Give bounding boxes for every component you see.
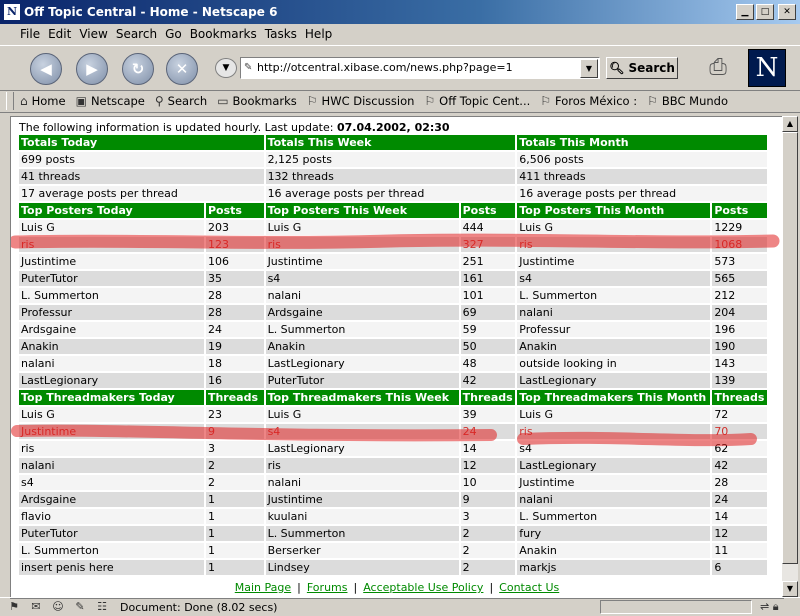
search-button-label: Search: [628, 61, 675, 75]
window-title: Off Topic Central - Home - Netscape 6: [24, 5, 278, 19]
title-bar: N Off Topic Central - Home - Netscape 6 …: [0, 0, 800, 24]
navigation-toolbar: ◀ ▶ ↻ ✕ ▼ ✎ ▼ 🔍︎ Search ⎙ N: [0, 45, 800, 91]
netscape-logo[interactable]: N: [748, 49, 786, 87]
bookmark-foros-mexico[interactable]: ⚐ Foros México :: [540, 94, 637, 108]
bookmark-netscape[interactable]: ▣ Netscape: [76, 94, 145, 108]
menu-bar: File Edit View Search Go Bookmarks Tasks…: [0, 24, 800, 44]
url-input[interactable]: [241, 58, 577, 77]
menu-file[interactable]: File: [16, 27, 44, 41]
composer-icon[interactable]: ✎: [72, 600, 88, 614]
navigator-icon[interactable]: ⚑: [6, 600, 22, 614]
bookmark-icon: ⚐: [306, 94, 318, 108]
bookmark-hwc-discussion[interactable]: ⚐ HWC Discussion: [307, 94, 415, 108]
page-content: The following information is updated hou…: [10, 116, 784, 599]
bookmark-off-topic-central[interactable]: ⚐ Off Topic Cent...: [424, 94, 530, 108]
menu-search[interactable]: Search: [112, 27, 161, 41]
minimize-button[interactable]: ▁: [736, 4, 754, 20]
bookmark-icon: ⚐: [540, 94, 552, 108]
maximize-button[interactable]: □: [756, 4, 774, 20]
menu-go[interactable]: Go: [161, 27, 186, 41]
forward-arrow-icon: ▶: [86, 60, 98, 78]
menu-view[interactable]: View: [75, 27, 111, 41]
magnifier-icon: 🔍︎: [609, 61, 625, 75]
reload-button[interactable]: ↻: [122, 53, 154, 85]
redaction-marks: [11, 233, 780, 447]
back-button[interactable]: ◀: [30, 53, 62, 85]
redaction-stroke-threadmakers-right: [517, 431, 757, 447]
window-controls: ▁ □ ✕: [736, 4, 796, 20]
toolbar-grip[interactable]: [6, 92, 14, 110]
my-netscape-icon: ▣: [75, 94, 87, 108]
redaction-stroke-threadmakers-left: [11, 424, 497, 442]
bookmark-home[interactable]: ⌂ Home: [20, 94, 66, 108]
component-bar: ⚑ ✉ ☺ ✎ ☷: [6, 600, 110, 614]
page-icon: ✎: [244, 62, 253, 73]
bookmark-search[interactable]: ⚲ Search: [155, 94, 207, 108]
chevron-down-icon: ▼: [585, 64, 593, 73]
mail-icon[interactable]: ✉: [28, 600, 44, 614]
menu-tasks[interactable]: Tasks: [261, 27, 301, 41]
bookmark-bbc-mundo[interactable]: ⚐ BBC Mundo: [647, 94, 728, 108]
scroll-down-button[interactable]: ▼: [782, 581, 798, 597]
bookmark-icon: ⚐: [424, 94, 436, 108]
page-menu-button[interactable]: ▼: [215, 58, 237, 78]
forward-button[interactable]: ▶: [76, 53, 108, 85]
magnifier-icon: ⚲: [154, 94, 164, 108]
address-book-icon[interactable]: ☷: [94, 600, 110, 614]
folder-icon: ▭: [217, 94, 229, 108]
down-arrow-icon: ▼: [786, 584, 794, 593]
back-arrow-icon: ◀: [40, 60, 52, 78]
redaction-stroke-posters: [11, 233, 780, 249]
reload-icon: ↻: [131, 60, 145, 78]
bookmark-icon: ⚐: [647, 94, 658, 108]
url-bar[interactable]: ✎ ▼: [240, 57, 600, 79]
chevron-down-icon: ▼: [222, 63, 230, 73]
stop-icon: ✕: [175, 60, 189, 78]
stop-button[interactable]: ✕: [166, 53, 198, 85]
scroll-thumb[interactable]: [782, 132, 798, 564]
menu-help[interactable]: Help: [301, 27, 336, 41]
vertical-scrollbar[interactable]: ▲ ▼: [782, 116, 798, 597]
home-icon: ⌂: [20, 94, 28, 108]
netscape-icon: N: [4, 4, 20, 20]
bookmarks-menu[interactable]: ▭ Bookmarks: [217, 94, 297, 108]
url-dropdown-button[interactable]: ▼: [580, 59, 598, 78]
up-arrow-icon: ▲: [786, 119, 794, 128]
menu-bookmarks[interactable]: Bookmarks: [186, 27, 261, 41]
status-bar: ⚑ ✉ ☺ ✎ ☷ Document: Done (8.02 secs) ⇌ 🔒…: [0, 597, 800, 616]
close-button[interactable]: ✕: [778, 4, 796, 20]
menu-edit[interactable]: Edit: [44, 27, 75, 41]
search-button[interactable]: 🔍︎ Search: [606, 57, 678, 79]
progress-bar: [600, 600, 752, 614]
connection-icon: ⇌ 🔒︎: [760, 600, 779, 613]
print-icon[interactable]: ⎙: [700, 54, 736, 82]
status-text: Document: Done (8.02 secs): [120, 600, 278, 614]
instant-messenger-icon[interactable]: ☺: [50, 600, 66, 614]
scroll-up-button[interactable]: ▲: [782, 116, 798, 132]
personal-toolbar: ⌂ Home ▣ Netscape ⚲ Search ▭ Bookmarks ⚐ HWC …: [0, 90, 800, 113]
